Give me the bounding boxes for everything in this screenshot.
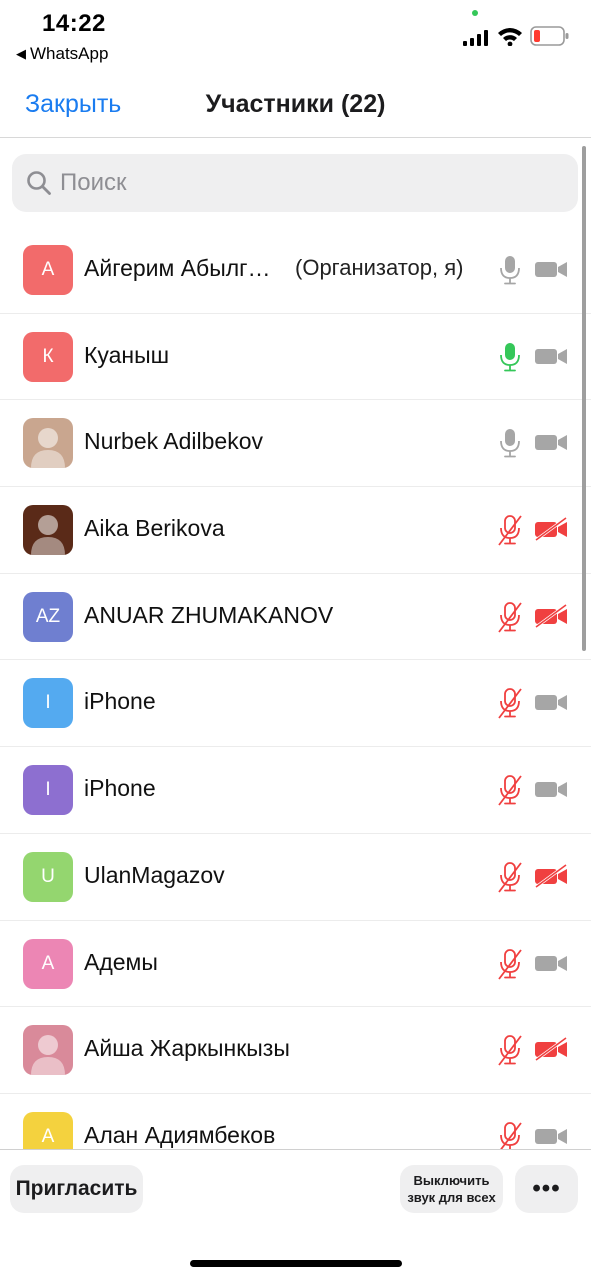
search-bar[interactable] xyxy=(12,154,578,212)
microphone-icon[interactable] xyxy=(497,254,523,286)
video-camera-icon[interactable] xyxy=(534,1124,568,1148)
avatar: К xyxy=(23,331,73,382)
participant-name: Айгерим Абылг… xyxy=(84,255,271,281)
participant-name: Nurbek Adilbekov xyxy=(84,428,263,455)
participant-name: Aika Berikova xyxy=(84,515,225,542)
avatar: U xyxy=(23,851,73,902)
avatar: AZ xyxy=(23,591,73,642)
participant-row[interactable]: Айша Жаркынкызы xyxy=(0,1007,591,1094)
nav-bar: Закрыть Участники (22) xyxy=(0,72,591,138)
status-time: 14:22 xyxy=(42,10,106,37)
video-camera-icon[interactable] xyxy=(534,777,568,801)
invite-button[interactable]: Пригласить xyxy=(10,1165,143,1213)
video-camera-icon[interactable] xyxy=(534,951,568,975)
mute-all-button[interactable]: Выключить звук для всех xyxy=(400,1165,503,1213)
avatar xyxy=(23,1025,73,1076)
avatar xyxy=(23,505,73,556)
participant-row[interactable]: К Куаныш xyxy=(0,314,591,401)
search-icon xyxy=(27,171,51,195)
participant-name: Айша Жаркынкызы xyxy=(84,1035,290,1062)
video-off-icon[interactable] xyxy=(534,1036,568,1062)
bottom-toolbar: Пригласить Выключить звук для всех ••• xyxy=(0,1149,591,1280)
video-camera-icon[interactable] xyxy=(534,690,568,714)
participant-row[interactable]: Aika Berikova xyxy=(0,487,591,574)
participant-row[interactable]: Nurbek Adilbekov xyxy=(0,400,591,488)
participant-row[interactable]: IiPhone xyxy=(0,660,591,748)
status-bar: 14:22 ◀ WhatsApp xyxy=(0,0,591,72)
participant-name: Адемы xyxy=(84,948,158,975)
wifi-icon xyxy=(498,28,522,46)
mic-muted-icon[interactable] xyxy=(497,1121,523,1149)
participant-row[interactable]: А Адемы xyxy=(0,921,591,1008)
mic-muted-icon[interactable] xyxy=(497,601,523,633)
avatar: I xyxy=(23,765,73,816)
avatar: А xyxy=(23,938,73,989)
cellular-signal-icon xyxy=(463,30,488,46)
home-indicator[interactable] xyxy=(190,1260,402,1267)
more-button[interactable]: ••• xyxy=(515,1165,578,1213)
participant-name: iPhone xyxy=(84,688,156,715)
participant-name: UlanMagazov xyxy=(84,861,225,888)
participant-row[interactable]: А Айгерим Абылг… (Организатор, я) xyxy=(0,227,591,314)
video-off-icon[interactable] xyxy=(534,863,568,889)
participant-name: ANUAR ZHUMAKANOV xyxy=(84,601,334,628)
participant-list[interactable]: А Айгерим Абылг… (Организатор, я) К Куаныш Nu… xyxy=(0,227,591,1149)
participant-name: Алан Адиямбеков xyxy=(84,1121,276,1148)
participant-row[interactable]: IiPhone xyxy=(0,747,591,834)
camera-in-use-dot xyxy=(472,10,478,16)
participant-name: iPhone xyxy=(84,775,156,802)
video-camera-icon[interactable] xyxy=(534,344,568,368)
participant-name: Куаныш xyxy=(84,341,170,368)
avatar: I xyxy=(23,678,73,729)
avatar xyxy=(23,418,73,469)
scrollbar[interactable] xyxy=(582,146,586,651)
search-input[interactable] xyxy=(60,169,540,197)
back-to-app-link[interactable]: ◀ WhatsApp xyxy=(16,44,108,64)
mic-muted-icon[interactable] xyxy=(497,687,523,719)
mic-muted-icon[interactable] xyxy=(497,514,523,546)
participant-row[interactable]: U UlanMagazov xyxy=(0,834,591,921)
video-off-icon[interactable] xyxy=(534,516,568,542)
mic-muted-icon[interactable] xyxy=(497,774,523,806)
video-off-icon[interactable] xyxy=(534,603,568,628)
mic-muted-icon[interactable] xyxy=(497,948,523,980)
back-app-label: WhatsApp xyxy=(30,44,109,63)
microphone-icon[interactable] xyxy=(497,341,523,373)
avatar: А xyxy=(23,245,73,295)
microphone-icon[interactable] xyxy=(497,427,523,459)
back-triangle-icon: ◀ xyxy=(16,46,26,61)
mic-muted-icon[interactable] xyxy=(497,1034,523,1066)
video-camera-icon[interactable] xyxy=(534,257,568,281)
battery-low-icon xyxy=(530,26,569,46)
participant-row[interactable]: А Алан Адиямбеков xyxy=(0,1094,591,1149)
avatar: А xyxy=(23,1111,73,1149)
participant-role: (Организатор, я) xyxy=(295,255,464,280)
participant-row[interactable]: AZ ANUAR ZHUMAKANOV xyxy=(0,574,591,661)
video-camera-icon[interactable] xyxy=(534,430,568,454)
page-title: Участники (22) xyxy=(205,90,386,118)
mic-muted-icon[interactable] xyxy=(497,861,523,893)
